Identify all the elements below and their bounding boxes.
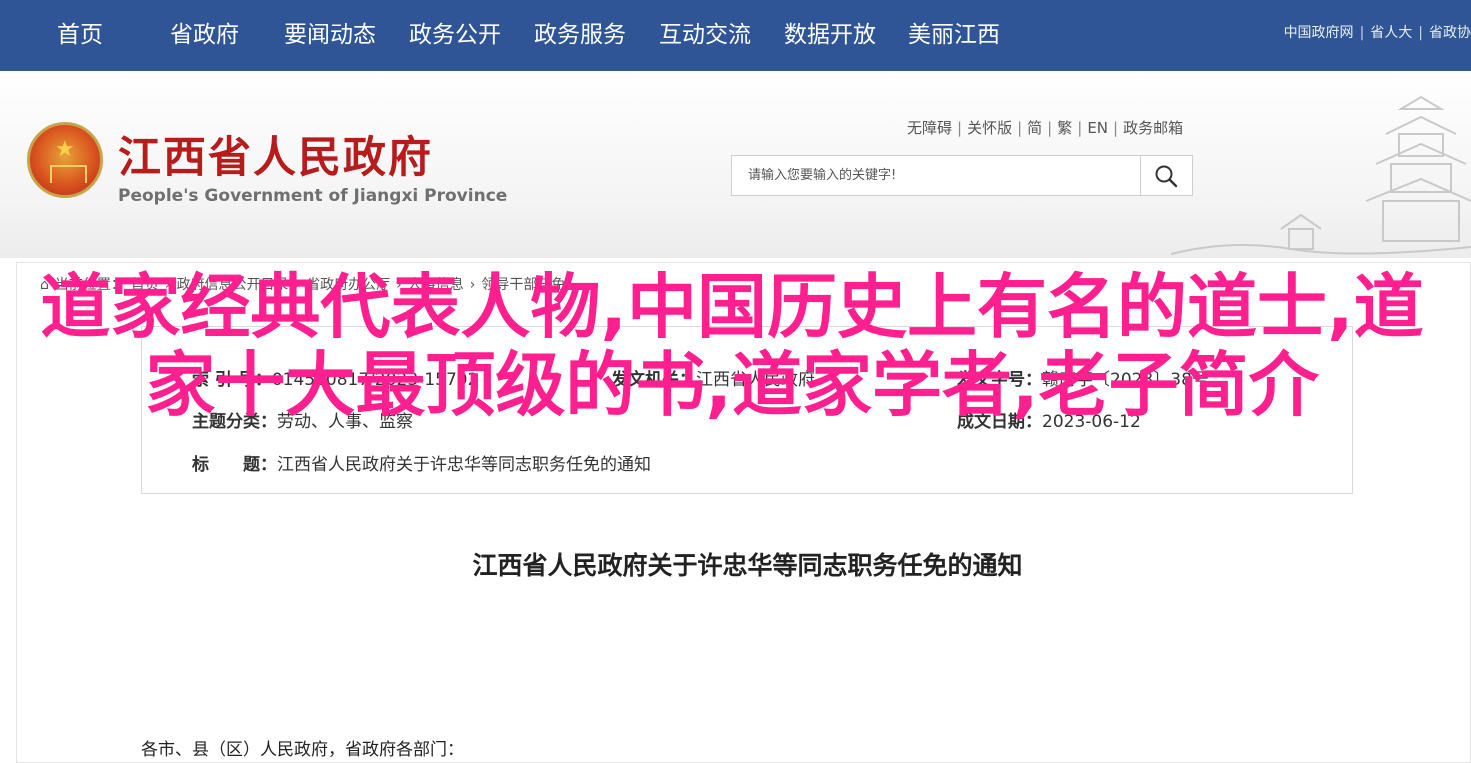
info-subject-value: 江西省人民政府关于许忠华等同志职务任免的通知 (277, 455, 651, 475)
nav-provincial-gov[interactable]: 省政府 (170, 0, 239, 71)
search-input[interactable] (732, 156, 1141, 195)
elder-mode-link[interactable]: 关怀版 (967, 119, 1012, 137)
link-china-gov[interactable]: 中国政府网 (1284, 25, 1354, 41)
link-provincial-congress[interactable]: 省人大 (1370, 25, 1412, 41)
search-box (731, 155, 1193, 196)
site-title[interactable]: 江西省人民政府 (118, 123, 433, 185)
nav-open-data[interactable]: 数据开放 (784, 0, 876, 71)
divider: | (1418, 25, 1423, 41)
pavilion-illustration (1171, 95, 1471, 255)
english-link[interactable]: EN (1087, 119, 1108, 137)
divider: | (1017, 119, 1023, 137)
divider: | (957, 119, 963, 137)
nav-home[interactable]: 首页 (57, 0, 103, 71)
info-subject: 标 题：江西省人民政府关于许忠华等同志职务任免的通知 (192, 450, 651, 475)
nav-gov-affairs-open[interactable]: 政务公开 (409, 0, 501, 71)
nav-news[interactable]: 要闻动态 (284, 0, 376, 71)
nav-beautiful-jiangxi[interactable]: 美丽江西 (908, 0, 1000, 71)
nav-gov-services[interactable]: 政务服务 (534, 0, 626, 71)
info-subject-label: 标 题： (192, 455, 277, 475)
top-nav: 首页 省政府 要闻动态 政务公开 政务服务 互动交流 数据开放 美丽江西 中国政… (0, 0, 1471, 71)
link-provincial-cppcc[interactable]: 省政协 (1429, 25, 1471, 41)
site-header: ★ 江西省人民政府 People's Government of Jiangxi… (0, 71, 1471, 258)
divider: | (1359, 25, 1365, 41)
nav-interaction[interactable]: 互动交流 (659, 0, 751, 71)
overlay-headline: 道家经典代表人物,中国历史上有名的道士,道家十大最顶级的书,道家学者,老子简介 (40, 266, 1424, 426)
gate-icon (50, 165, 87, 183)
national-emblem-icon: ★ (27, 122, 103, 198)
accessibility-link[interactable]: 无障碍 (907, 119, 952, 137)
document-salutation: 各市、县（区）人民政府，省政府各部门： (141, 740, 464, 760)
utility-links: 无障碍 | 关怀版 | 简 | 繁 | EN | 政务邮箱 (907, 117, 1183, 138)
divider: | (1047, 119, 1053, 137)
divider: | (1077, 119, 1083, 137)
divider: | (1113, 119, 1119, 137)
site-subtitle: People's Government of Jiangxi Province (118, 186, 508, 206)
star-icon: ★ (55, 137, 75, 162)
top-links: 中国政府网 | 省人大 | 省政协 (1284, 22, 1471, 42)
document-title: 江西省人民政府关于许忠华等同志职务任免的通知 (472, 551, 1023, 580)
simplified-link[interactable]: 简 (1027, 119, 1042, 137)
traditional-link[interactable]: 繁 (1057, 119, 1072, 137)
